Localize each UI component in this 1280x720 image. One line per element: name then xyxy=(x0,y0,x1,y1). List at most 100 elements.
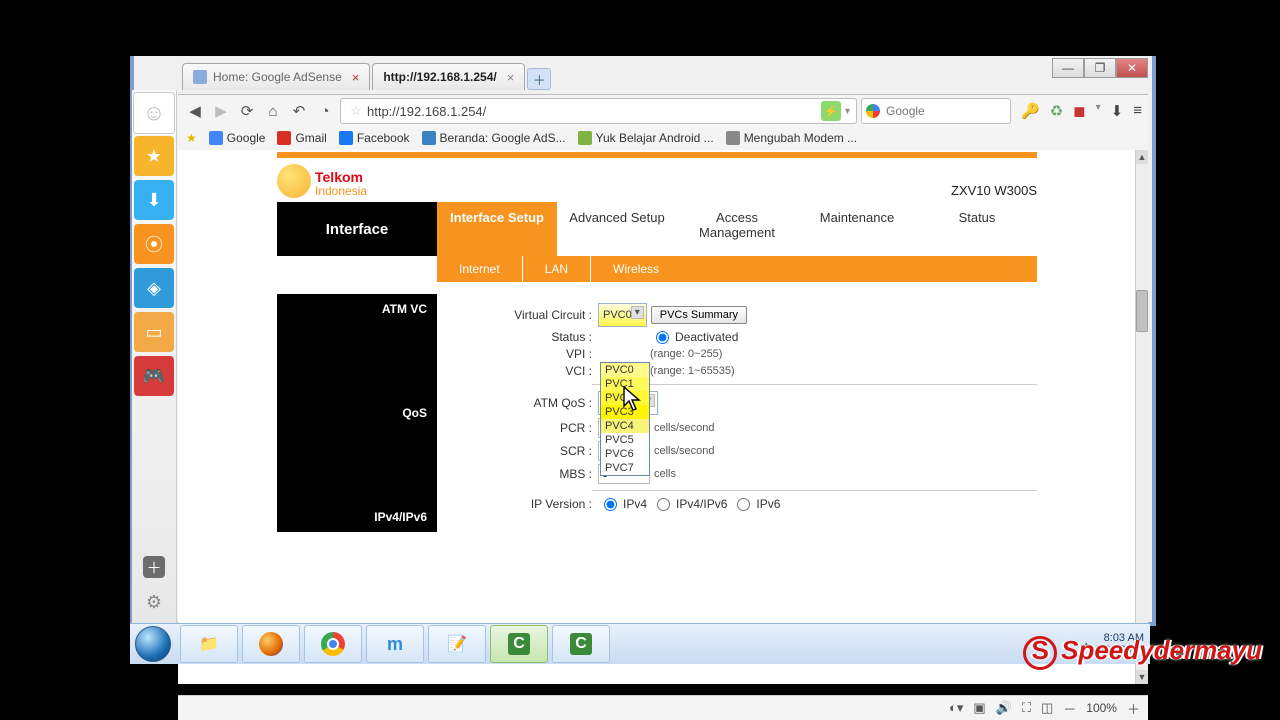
back-button[interactable]: ◀ xyxy=(184,100,206,122)
subtab-wireless[interactable]: Wireless xyxy=(591,256,1037,282)
bookmark-modem[interactable]: Mengubah Modem ... xyxy=(726,131,857,145)
status-shield-icon[interactable]: ◐▾ xyxy=(949,700,963,716)
forward-button[interactable]: ▶ xyxy=(210,100,232,122)
camtasia-icon: C xyxy=(508,633,530,655)
ipver-ipv6-radio[interactable] xyxy=(737,498,750,511)
pvcs-summary-button[interactable]: PVCs Summary xyxy=(651,306,747,324)
google-icon xyxy=(866,104,880,118)
ipver-both-radio[interactable] xyxy=(657,498,670,511)
download-icon[interactable]: ⬇ xyxy=(1111,102,1124,120)
folder-icon: 📁 xyxy=(199,634,219,654)
tab-close-icon[interactable]: × xyxy=(507,70,515,85)
vc-option[interactable]: PVC6 xyxy=(601,447,649,461)
close-button[interactable]: ✕ xyxy=(1116,58,1148,78)
sidebar-game-icon[interactable]: 🎮 xyxy=(134,356,174,396)
label-atmqos: ATM QoS : xyxy=(437,396,598,410)
vc-option[interactable]: PVC4 xyxy=(601,419,649,433)
search-box[interactable] xyxy=(861,98,1011,124)
vc-dropdown[interactable]: PVC0 PVC1 PVC2 PVC3 PVC4 PVC5 PVC6 PVC7 xyxy=(600,362,650,476)
task-camtasia2[interactable]: C xyxy=(552,625,610,663)
new-tab-button[interactable]: ＋ xyxy=(527,68,551,90)
task-notepad[interactable]: 📝 xyxy=(428,625,486,663)
status-deactivated-radio[interactable] xyxy=(656,331,669,344)
timer-icon[interactable]: ◔ xyxy=(314,100,336,122)
task-firefox[interactable] xyxy=(242,625,300,663)
leaf-icon[interactable]: ♻ xyxy=(1050,102,1063,120)
tab-maintenance[interactable]: Maintenance xyxy=(797,202,917,256)
brand2: Indonesia xyxy=(315,184,367,198)
minimize-button[interactable]: — xyxy=(1052,58,1084,78)
ipboth-label: IPv4/IPv6 xyxy=(676,497,727,511)
status-sound-icon[interactable]: 🔊 xyxy=(996,700,1012,716)
sidebar-download-icon[interactable]: ⬇ xyxy=(134,180,174,220)
task-maxthon[interactable]: m xyxy=(366,625,424,663)
tab-adsense[interactable]: Home: Google AdSense × xyxy=(182,63,370,90)
status-screen-icon[interactable]: ▣ xyxy=(973,700,985,716)
sidebar-fav-icon[interactable]: ★ xyxy=(134,136,174,176)
url-input[interactable] xyxy=(365,103,821,120)
nav-toolbar: ◀ ▶ ⟳ ⌂ ↶ ◔ ☆ ⚡ ▾ 🔑 ♻ ◼ ▾ ⬇ ≡ xyxy=(178,94,1148,128)
reload-button[interactable]: ⟳ xyxy=(236,100,258,122)
vc-select[interactable]: PVC0 xyxy=(598,303,647,327)
home-button[interactable]: ⌂ xyxy=(262,100,284,122)
camtasia-icon: C xyxy=(570,633,592,655)
undo-button[interactable]: ↶ xyxy=(288,100,310,122)
group-column: ATM VC QoS IPv4/IPv6 xyxy=(277,294,437,532)
bookmark-star-icon[interactable]: ☆ xyxy=(347,103,365,119)
status-split-icon[interactable]: ◫ xyxy=(1041,700,1053,716)
search-input[interactable] xyxy=(884,103,978,119)
chrome-icon xyxy=(321,632,345,656)
vci-hint: (range: 1~65535) xyxy=(650,365,735,377)
bookmark-android[interactable]: Yuk Belajar Android ... xyxy=(578,131,714,145)
sidebar-feed-icon[interactable]: ⦿ xyxy=(134,224,174,264)
form-column: Virtual Circuit : PVC0 PVCs Summary Stat… xyxy=(437,294,1037,532)
scroll-thumb[interactable] xyxy=(1136,290,1148,332)
tab-interface-setup[interactable]: Interface Setup xyxy=(437,202,557,256)
vc-option[interactable]: PVC5 xyxy=(601,433,649,447)
tab-router[interactable]: http://192.168.1.254/ × xyxy=(372,63,525,90)
tab-advanced-setup[interactable]: Advanced Setup xyxy=(557,202,677,256)
model-label: ZXV10 W300S xyxy=(951,183,1037,198)
dropdown-icon[interactable]: ▾ xyxy=(845,106,850,117)
task-camtasia1[interactable]: C xyxy=(490,625,548,663)
chevron-down-icon[interactable]: ▾ xyxy=(1096,102,1101,120)
tab-close-icon[interactable]: × xyxy=(352,70,360,85)
start-button[interactable] xyxy=(130,625,176,663)
vc-option[interactable]: PVC0 xyxy=(601,363,649,377)
bookmarks-bar: ★ Google Gmail Facebook Beranda: Google … xyxy=(178,126,1148,151)
sidebar-add-icon[interactable]: ＋ xyxy=(143,556,165,578)
zoom-out-button[interactable]: － xyxy=(1063,699,1076,718)
tab-access-mgmt[interactable]: Access Management xyxy=(677,202,797,256)
menu-icon[interactable]: ≡ xyxy=(1133,102,1142,120)
tab-status[interactable]: Status xyxy=(917,202,1037,256)
label-status: Status : xyxy=(437,330,598,344)
toolbar-right: 🔑 ♻ ◼ ▾ ⬇ ≡ xyxy=(1021,102,1142,120)
sidebar-note-icon[interactable]: ▭ xyxy=(134,312,174,352)
task-explorer[interactable]: 📁 xyxy=(180,625,238,663)
scroll-up-icon[interactable]: ▲ xyxy=(1136,150,1148,164)
zoom-in-button[interactable]: ＋ xyxy=(1127,699,1140,718)
bookmark-facebook[interactable]: Facebook xyxy=(339,131,410,145)
scroll-down-icon[interactable]: ▼ xyxy=(1136,670,1148,684)
bookmark-google[interactable]: Google xyxy=(209,131,266,145)
subtab-lan[interactable]: LAN xyxy=(523,256,591,282)
block-icon[interactable]: ◼ xyxy=(1073,102,1085,120)
key-icon[interactable]: 🔑 xyxy=(1021,102,1040,120)
cursor-icon xyxy=(622,386,644,412)
ipver-ipv4-radio[interactable] xyxy=(604,498,617,511)
status-expand-icon[interactable]: ⛶ xyxy=(1022,700,1031,716)
address-bar[interactable]: ☆ ⚡ ▾ xyxy=(340,98,857,124)
page-scrollbar[interactable]: ▲ ▼ xyxy=(1135,150,1148,684)
task-chrome[interactable] xyxy=(304,625,362,663)
bookmark-gmail[interactable]: Gmail xyxy=(277,131,326,145)
sidebar-gear-icon[interactable]: ⚙ xyxy=(134,582,174,622)
subtab-internet[interactable]: Internet xyxy=(437,256,523,282)
bookmark-star-icon[interactable]: ★ xyxy=(186,131,197,145)
bookmark-adsense[interactable]: Beranda: Google AdS... xyxy=(422,131,566,145)
smiley-icon[interactable]: ☺ xyxy=(133,92,175,134)
vc-option[interactable]: PVC7 xyxy=(601,461,649,475)
plugin-icon[interactable]: ⚡ xyxy=(821,101,841,121)
windows-orb-icon xyxy=(135,626,171,662)
sidebar-gem-icon[interactable]: ◈ xyxy=(134,268,174,308)
maximize-button[interactable]: ❐ xyxy=(1084,58,1116,78)
